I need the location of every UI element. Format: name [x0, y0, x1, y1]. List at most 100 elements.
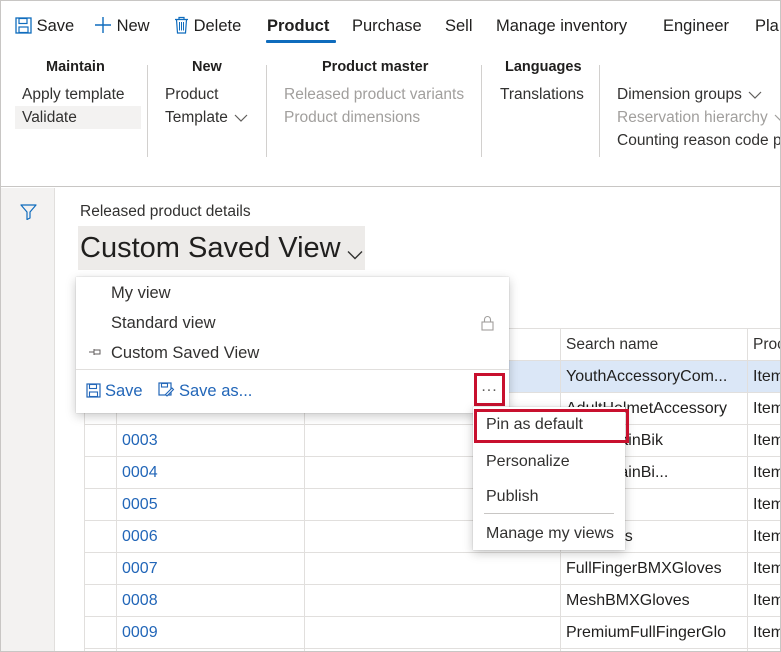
view-save-as-button[interactable]: Save as... — [158, 378, 252, 404]
save-icon — [86, 383, 101, 398]
product-name-cell — [304, 616, 561, 649]
view-save-button[interactable]: Save — [86, 378, 143, 404]
save-button[interactable]: Save — [15, 1, 74, 47]
view-save-as-label: Save as... — [179, 382, 253, 400]
apply-template-button[interactable]: Apply template — [22, 83, 125, 106]
row-selector[interactable] — [84, 584, 117, 617]
dimension-groups-dropdown[interactable]: Dimension groups — [617, 83, 762, 106]
item-number-cell[interactable] — [116, 648, 305, 651]
item-number-cell[interactable]: 0006 — [116, 520, 305, 553]
tab-product-label: Product — [267, 17, 330, 35]
search-name-cell: PremiumFullFingerGlo — [560, 616, 748, 649]
pin-as-default-menu-item[interactable]: Pin as default — [474, 409, 629, 443]
active-tab-indicator — [266, 40, 336, 43]
table-row[interactable]: 0006 ePatches Item — [84, 520, 780, 553]
item-number-cell[interactable]: 0009 — [116, 616, 305, 649]
view-selector[interactable]: Custom Saved View — [78, 226, 365, 270]
dimension-groups-label: Dimension groups — [617, 86, 742, 103]
product-type-cell — [747, 648, 780, 651]
action-bar: Save New Delete Product Purchase Sell Ma… — [1, 1, 780, 47]
tab-sell[interactable]: Sell — [445, 1, 473, 47]
product-type-cell: Item — [747, 360, 780, 393]
chevron-down-icon — [347, 251, 363, 260]
row-selector[interactable] — [84, 552, 117, 585]
save-as-icon — [158, 382, 175, 397]
validate-button[interactable]: Validate — [15, 106, 141, 129]
released-product-variants-button[interactable]: Released product variants — [284, 83, 464, 106]
view-option-custom-saved-view[interactable]: Custom Saved View — [76, 338, 509, 368]
row-selector[interactable] — [84, 648, 117, 651]
product-dimensions-button[interactable]: Product dimensions — [284, 106, 420, 129]
view-title: Custom Saved View — [80, 232, 341, 264]
product-name-cell — [304, 584, 561, 617]
table-row[interactable] — [84, 648, 780, 651]
group-title-languages: Languages — [505, 59, 582, 75]
main-content: Released product details Custom Saved Vi… — [56, 188, 780, 651]
view-save-label: Save — [105, 382, 143, 400]
table-row[interactable]: 0005 erTube Item — [84, 488, 780, 521]
manage-my-views-menu-item[interactable]: Manage my views — [473, 518, 625, 550]
tab-plan[interactable]: Plan — [755, 1, 780, 47]
item-number-cell[interactable]: 0005 — [116, 488, 305, 521]
translations-button[interactable]: Translations — [500, 83, 584, 106]
more-options-icon: ... — [481, 378, 498, 395]
table-row[interactable]: 0008 MeshBMXGloves Item — [84, 584, 780, 617]
table-row[interactable]: 0007 FullFingerBMXGloves Item — [84, 552, 780, 585]
item-number-cell[interactable]: 0008 — [116, 584, 305, 617]
view-dropdown-panel: My view Standard view Custom Saved View … — [76, 277, 509, 413]
new-button[interactable]: New — [94, 1, 150, 47]
table-row[interactable]: 0003 eMountainBik Item — [84, 424, 780, 457]
chevron-down-icon — [234, 114, 248, 122]
counting-reason-code-button[interactable]: Counting reason code p — [617, 129, 780, 152]
view-option-my-view[interactable]: My view — [76, 278, 509, 308]
lock-icon — [481, 316, 494, 331]
template-label: Template — [165, 109, 228, 126]
table-row[interactable]: 0009 PremiumFullFingerGlo Item — [84, 616, 780, 649]
ribbon-group-product-master: Product master Released product variants… — [267, 47, 481, 159]
search-name-cell: MeshBMXGloves — [560, 584, 748, 617]
row-selector[interactable] — [84, 520, 117, 553]
tab-sell-label: Sell — [445, 17, 473, 35]
chevron-down-icon — [748, 91, 762, 99]
row-selector[interactable] — [84, 488, 117, 521]
reservation-hierarchy-dropdown[interactable]: Reservation hierarchy — [617, 106, 780, 129]
product-type-cell: Item — [747, 488, 780, 521]
more-options-menu: Pin as default Personalize Publish Manag… — [473, 407, 629, 550]
product-type-cell: Item — [747, 456, 780, 489]
search-name-cell: FullFingerBMXGloves — [560, 552, 748, 585]
group-title-new: New — [192, 59, 222, 75]
view-option-standard-view[interactable]: Standard view — [76, 308, 509, 338]
product-name-cell — [304, 552, 561, 585]
row-selector[interactable] — [84, 456, 117, 489]
column-header-product-type[interactable]: Proc — [747, 328, 780, 361]
save-label: Save — [36, 17, 75, 35]
item-number-cell[interactable]: 0003 — [116, 424, 305, 457]
group-title-product-master: Product master — [322, 59, 429, 75]
new-label: New — [116, 17, 150, 35]
publish-menu-item[interactable]: Publish — [473, 481, 625, 513]
row-selector[interactable] — [84, 424, 117, 457]
tab-purchase-label: Purchase — [352, 17, 422, 35]
plus-icon — [95, 17, 111, 34]
column-header-search-name[interactable]: Search name — [560, 328, 748, 361]
search-name-cell — [560, 648, 748, 651]
personalize-menu-item[interactable]: Personalize — [473, 446, 625, 478]
more-options-button[interactable]: ... — [474, 373, 505, 406]
product-type-cell: Item — [747, 520, 780, 553]
item-number-cell[interactable]: 0007 — [116, 552, 305, 585]
delete-button[interactable]: Delete — [174, 1, 241, 47]
new-product-button[interactable]: Product — [165, 83, 218, 106]
table-row[interactable]: 0004 nMountainBi... Item — [84, 456, 780, 489]
row-selector[interactable] — [84, 616, 117, 649]
ribbon-group-new: New Product Template — [148, 47, 266, 159]
new-template-dropdown[interactable]: Template — [165, 106, 248, 129]
item-number-cell[interactable]: 0004 — [116, 456, 305, 489]
tab-manage-inventory[interactable]: Manage inventory — [496, 1, 627, 47]
product-name-cell — [304, 648, 561, 651]
tab-engineer[interactable]: Engineer — [663, 1, 729, 47]
tab-manage-inventory-label: Manage inventory — [496, 17, 628, 35]
tab-purchase[interactable]: Purchase — [352, 1, 422, 47]
filter-icon[interactable] — [20, 204, 37, 220]
ribbon: Maintain Apply template Validate New Pro… — [1, 47, 780, 187]
view-option-label: My view — [111, 284, 171, 302]
